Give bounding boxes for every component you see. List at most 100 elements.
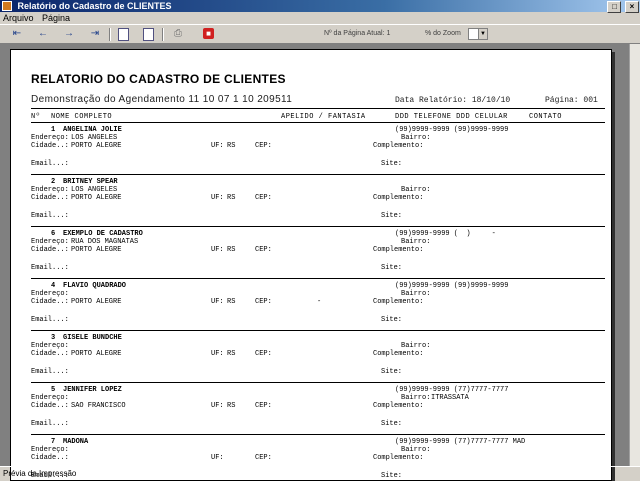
record-separator: [31, 226, 605, 227]
record-cidade: SAO FRANCISCO: [71, 402, 126, 410]
record-bairro: ITRASSATA: [431, 394, 469, 402]
record-number: 5: [51, 386, 56, 394]
label-complemento: Complemento:: [373, 350, 424, 358]
label-uf: UF:: [211, 246, 224, 254]
vertical-scrollbar[interactable]: [629, 44, 640, 466]
app-icon: [2, 1, 12, 11]
record-name: JENNIFER LOPEZ: [63, 386, 122, 394]
label-endereco: Endereço:: [31, 186, 69, 194]
status-bar: Prévia da Impressão: [0, 466, 640, 480]
record-cidade: PORTO ALEGRE: [71, 194, 122, 202]
label-site: Site:: [381, 160, 403, 168]
label-endereco: Endereço:: [31, 342, 69, 350]
record-phones: (99)9999-9999 (99)9999-9999: [395, 126, 509, 134]
col-num: Nº: [31, 113, 41, 121]
multi-page-icon[interactable]: [143, 28, 154, 41]
record-uf: RS: [227, 298, 236, 306]
label-cep: CEP:: [255, 194, 272, 202]
label-cidade: Cidade..:: [31, 194, 69, 202]
record-uf: RS: [227, 246, 236, 254]
last-page-icon[interactable]: ⇥: [88, 28, 102, 40]
window-title: Relatório do Cadastro de CLIENTES: [17, 1, 172, 11]
col-name: NOME COMPLETO: [51, 113, 113, 121]
print-icon[interactable]: ⎙: [171, 28, 185, 40]
col-contact: CONTATO: [529, 113, 562, 121]
label-site: Site:: [381, 420, 403, 428]
label-complemento: Complemento:: [373, 454, 424, 462]
label-complemento: Complemento:: [373, 142, 424, 150]
next-page-icon[interactable]: →: [62, 28, 76, 40]
label-complemento: Complemento:: [373, 246, 424, 254]
record-name: GISELE BUNDCHE: [63, 334, 122, 342]
report-page-number: Página: 001: [545, 96, 598, 105]
label-cidade: Cidade..:: [31, 246, 69, 254]
menu-arquivo[interactable]: Arquivo: [0, 13, 37, 23]
toolbar: ⇤ ← → ⇥ ⎙ ■ Nº da Página Atual: 1 % do Z…: [0, 24, 640, 44]
zoom-select[interactable]: ▼: [468, 28, 488, 40]
label-endereco: Endereço:: [31, 446, 69, 454]
label-complemento: Complemento:: [373, 298, 424, 306]
label-site: Site:: [381, 316, 403, 324]
label-cidade: Cidade..:: [31, 142, 69, 150]
record-name: ANGELINA JOLIE: [63, 126, 122, 134]
label-email: Email...:: [31, 316, 69, 324]
col-nick: APELIDO / FANTASIA: [281, 113, 366, 121]
record-block: 4 FLAVIO QUADRADO (99)9999-9999 (99)9999-9…: [31, 283, 605, 336]
record-block: 3 GISELE BUNDCHE Endereço: Bairro: Cidade..:…: [31, 335, 605, 388]
record-number: 3: [51, 334, 56, 342]
label-uf: UF:: [211, 402, 224, 410]
report-title: RELATORIO DO CADASTRO DE CLIENTES: [31, 72, 286, 86]
label-bairro: Bairro:: [401, 446, 431, 454]
label-endereco: Endereço:: [31, 394, 69, 402]
prev-page-icon[interactable]: ←: [36, 28, 50, 40]
record-uf: RS: [227, 194, 236, 202]
label-uf: UF:: [211, 454, 224, 462]
label-cidade: Cidade..:: [31, 350, 69, 358]
label-bairro: Bairro:: [401, 290, 431, 298]
record-phones: (99)9999-9999 (77)7777-7777: [395, 386, 509, 394]
menu-pagina[interactable]: Página: [39, 13, 73, 23]
record-block: 1 ANGELINA JOLIE (99)9999-9999 (99)9999-99…: [31, 127, 605, 180]
record-block: 5 JENNIFER LOPEZ (99)9999-9999 (77)7777-77…: [31, 387, 605, 440]
label-cep: CEP:: [255, 142, 272, 150]
label-bairro: Bairro:: [401, 394, 431, 402]
window-titlebar: Relatório do Cadastro de CLIENTES □ ×: [0, 0, 640, 13]
report-page: RELATORIO DO CADASTRO DE CLIENTES Demons…: [10, 49, 612, 481]
record-cidade: PORTO ALEGRE: [71, 246, 122, 254]
label-site: Site:: [381, 368, 403, 376]
record-number: 6: [51, 230, 56, 238]
report-date: Data Relatório: 18/10/10: [395, 96, 511, 105]
label-email: Email...:: [31, 160, 69, 168]
record-uf: RS: [227, 142, 236, 150]
record-phones: (99)9999-9999 ( ) -: [395, 230, 496, 238]
menubar: Arquivo Página: [0, 12, 640, 24]
label-site: Site:: [381, 264, 403, 272]
record-separator: [31, 382, 605, 383]
label-cidade: Cidade..:: [31, 454, 69, 462]
first-page-icon[interactable]: ⇤: [10, 28, 24, 40]
label-site: Site:: [381, 212, 403, 220]
stop-icon[interactable]: ■: [203, 28, 214, 39]
record-number: 2: [51, 178, 56, 186]
header-rule: [31, 108, 605, 109]
record-cep: -: [317, 298, 322, 306]
record-cidade: PORTO ALEGRE: [71, 298, 122, 306]
label-endereco: Endereço:: [31, 290, 69, 298]
record-number: 4: [51, 282, 56, 290]
chevron-down-icon[interactable]: ▼: [478, 29, 487, 39]
columns-rule: [31, 122, 605, 123]
label-email: Email...:: [31, 420, 69, 428]
record-cidade: PORTO ALEGRE: [71, 142, 122, 150]
record-cidade: PORTO ALEGRE: [71, 350, 122, 358]
record-block: 6 EXEMPLO DE CADASTRO (99)9999-9999 ( ) - E…: [31, 231, 605, 284]
label-cep: CEP:: [255, 402, 272, 410]
label-bairro: Bairro:: [401, 342, 431, 350]
record-separator: [31, 278, 605, 279]
label-cep: CEP:: [255, 246, 272, 254]
label-complemento: Complemento:: [373, 402, 424, 410]
label-bairro: Bairro:: [401, 238, 431, 246]
single-page-icon[interactable]: [118, 28, 129, 41]
record-number: 1: [51, 126, 56, 134]
label-endereco: Endereço:: [31, 238, 69, 246]
record-uf: RS: [227, 350, 236, 358]
